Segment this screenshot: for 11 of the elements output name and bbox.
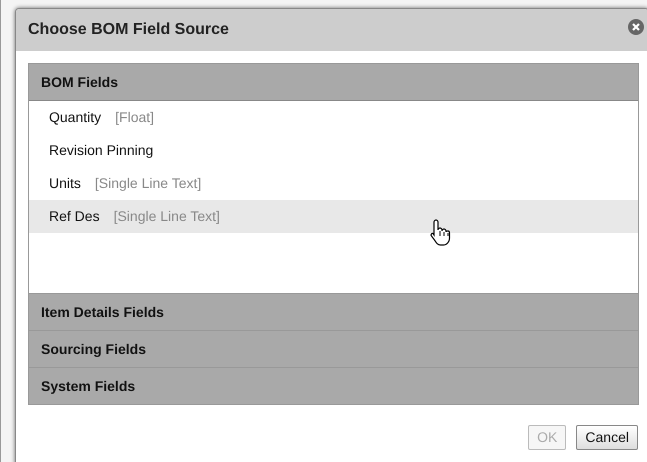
accordion-header[interactable]: Sourcing Fields [29, 330, 638, 367]
dialog-title: Choose BOM Field Source [28, 20, 229, 40]
dialog-button[interactable]: Cancel [576, 425, 638, 450]
field-item[interactable]: Quantity [Float] [29, 101, 638, 134]
hand-cursor-icon [429, 218, 451, 246]
field-item[interactable]: Revision Pinning [29, 134, 638, 167]
field-item[interactable]: Units [Single Line Text] [29, 167, 638, 200]
accordion-header[interactable]: System Fields [29, 367, 638, 404]
close-icon[interactable] [628, 19, 644, 35]
accordion-header[interactable]: Item Details Fields [29, 293, 638, 330]
accordion-header[interactable]: BOM Fields [29, 64, 638, 101]
